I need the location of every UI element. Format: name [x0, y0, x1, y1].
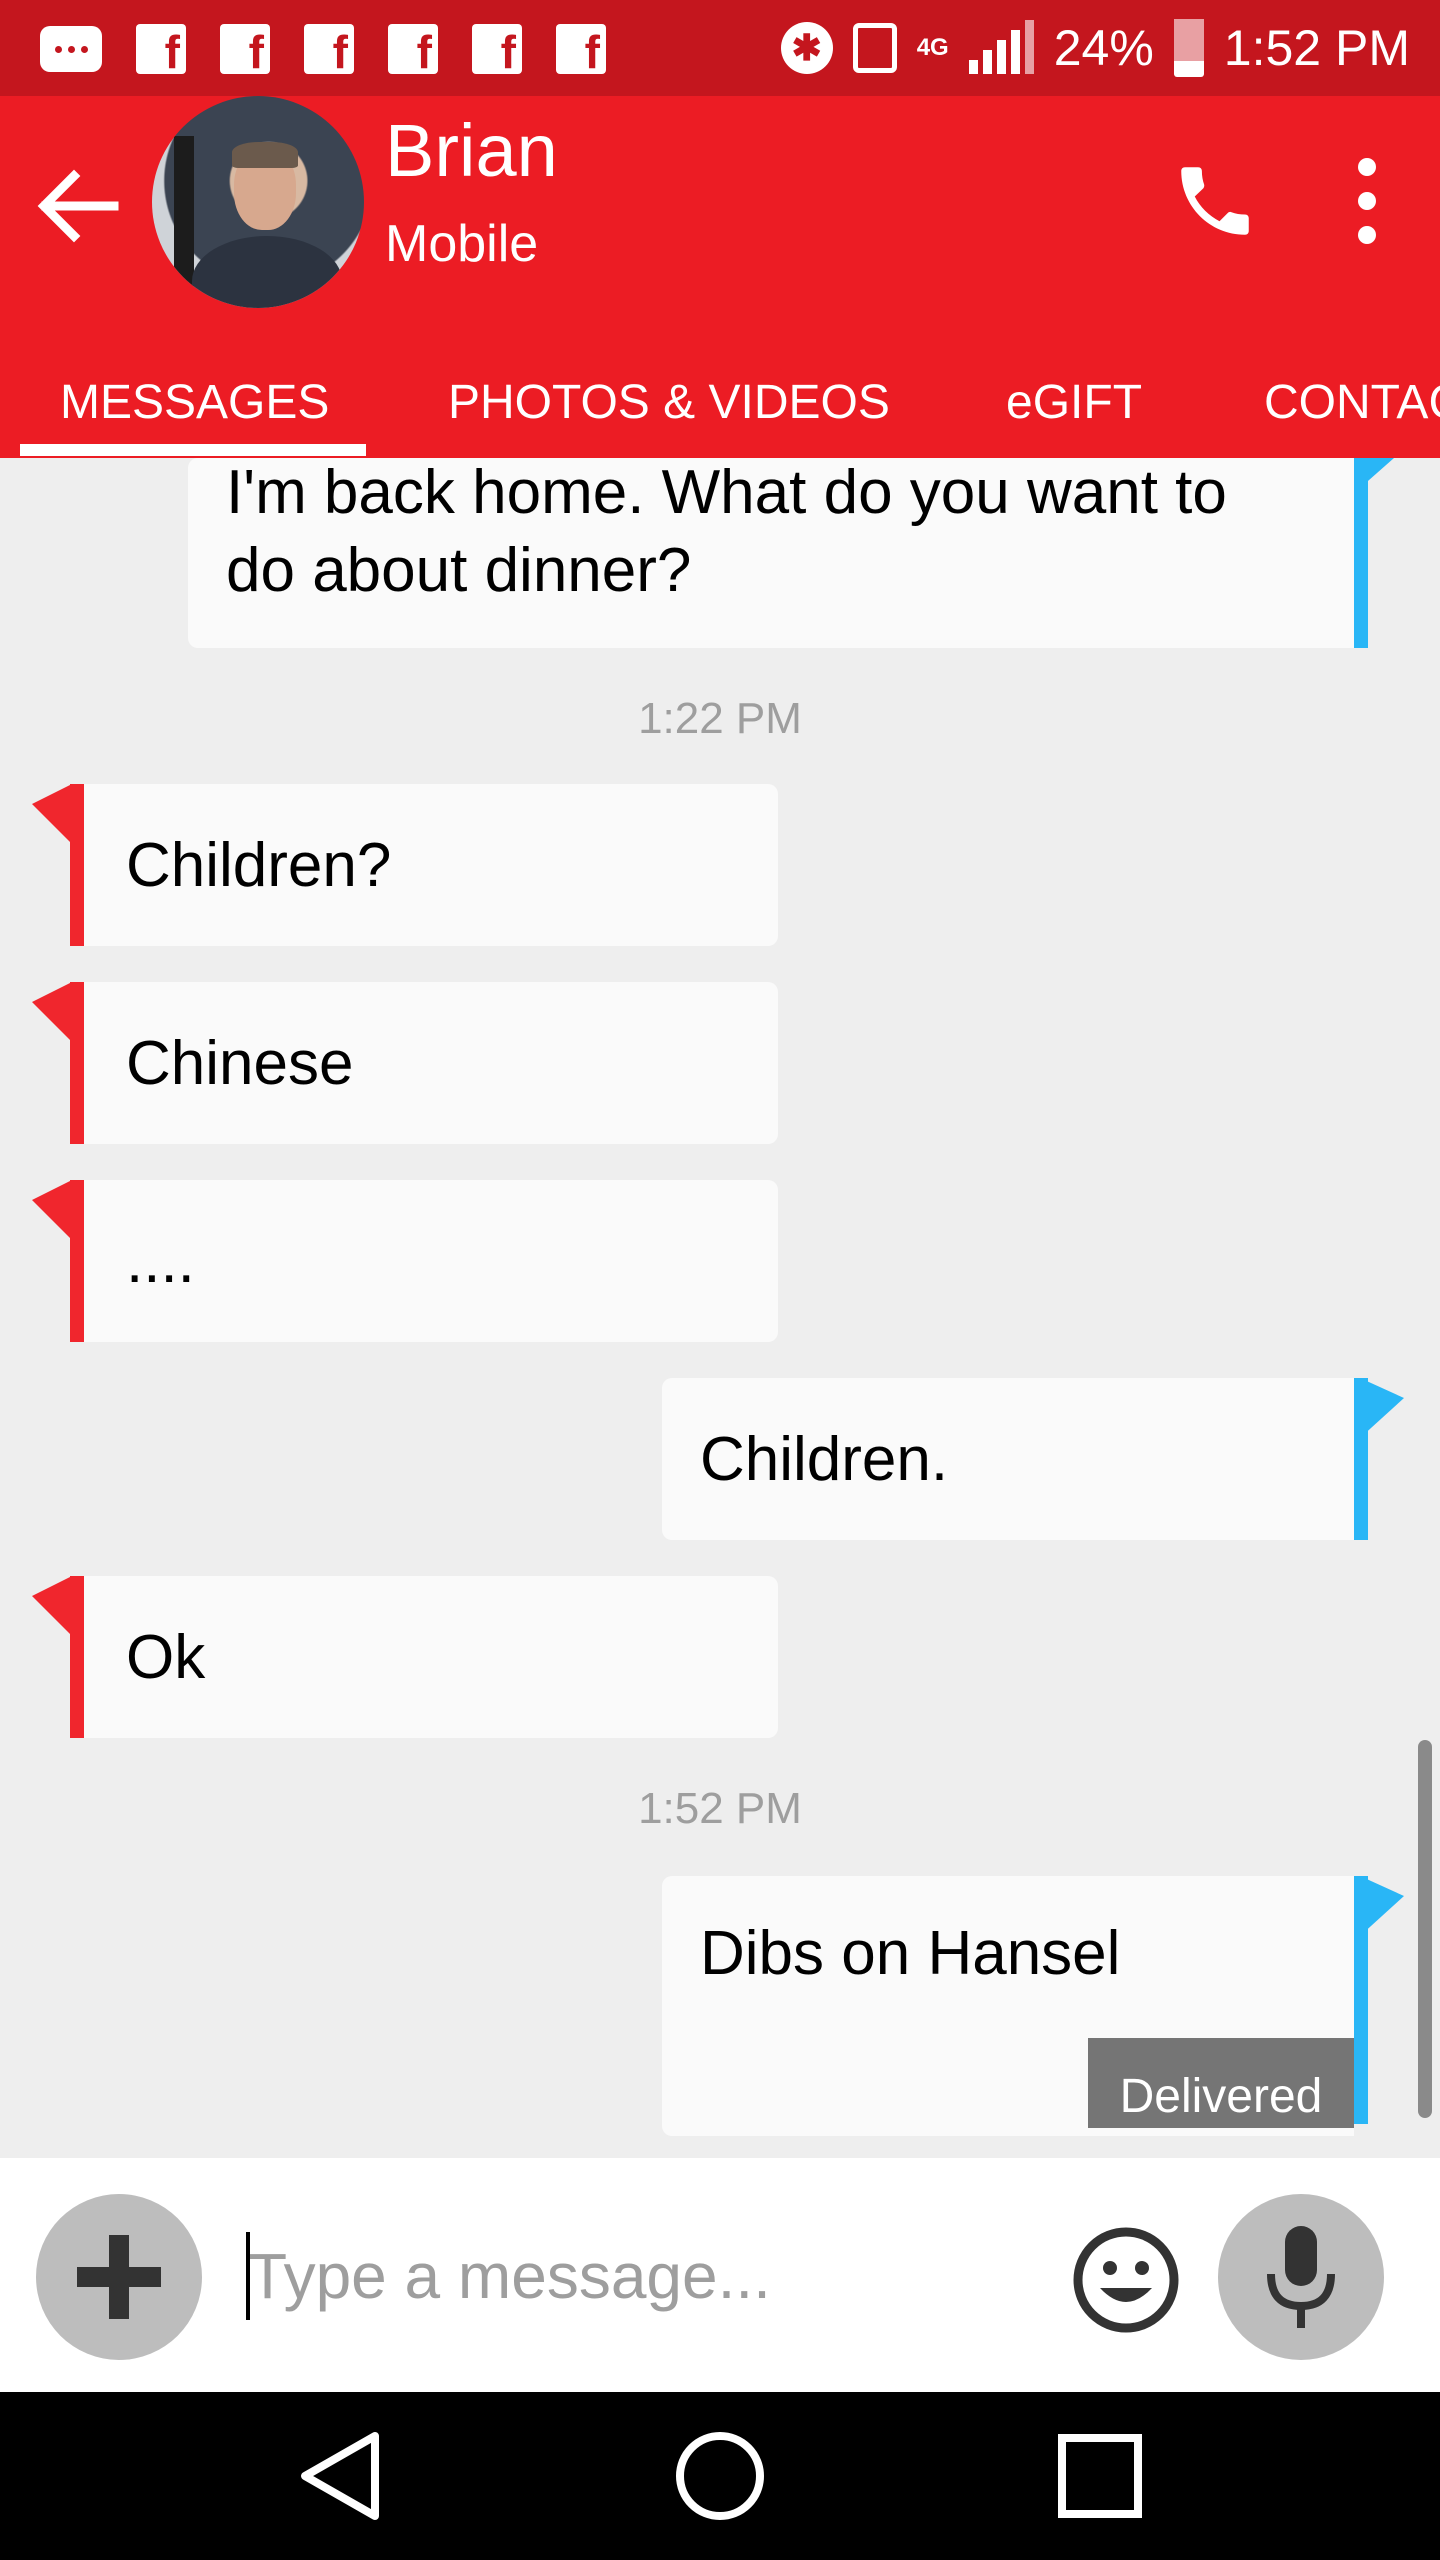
contact-avatar[interactable] — [152, 96, 364, 308]
conversation-header: Brian Mobile MESSAGES PHOTOS & VIDEOS eG… — [0, 96, 1440, 458]
message-timestamp: 1:22 PM — [638, 694, 802, 743]
outgoing-message-bubble[interactable]: Children. — [662, 1378, 1354, 1540]
message-text: Ok — [126, 1622, 206, 1692]
contact-name: Brian — [385, 109, 558, 192]
tab-messages[interactable]: MESSAGES — [60, 346, 329, 458]
tab-photos-videos[interactable]: PHOTOS & VIDEOS — [448, 346, 890, 458]
facebook-notification-icon: f — [556, 24, 606, 75]
incoming-tail-icon — [32, 982, 72, 1042]
vibrate-icon — [852, 23, 897, 73]
back-arrow-icon — [37, 169, 119, 243]
message-text: Children? — [126, 830, 392, 900]
home-circle-icon — [676, 2432, 764, 2520]
incoming-accent-bar — [70, 784, 84, 946]
nav-home-button[interactable] — [650, 2416, 790, 2536]
message-text-line: do about dinner? — [226, 536, 692, 605]
message-timestamp: 1:52 PM — [638, 1784, 802, 1833]
incoming-accent-bar — [70, 982, 84, 1144]
battery-icon — [1173, 19, 1204, 77]
signal-strength-icon — [968, 20, 1034, 74]
incoming-tail-icon — [32, 784, 72, 844]
recents-square-icon — [1058, 2434, 1142, 2518]
delivery-status-badge: Delivered — [1088, 2038, 1354, 2128]
attach-button[interactable] — [36, 2194, 202, 2360]
text-cursor — [246, 2232, 250, 2320]
message-text-line: I'm back home. What do you want to — [226, 458, 1227, 527]
message-list[interactable]: I'm back home. What do you want to do ab… — [0, 458, 1440, 2158]
outgoing-message-bubble[interactable]: I'm back home. What do you want to do ab… — [188, 458, 1354, 648]
facebook-notification-icon: f — [304, 24, 354, 75]
facebook-notification-icon: f — [220, 24, 270, 75]
network-type-label: 4G — [916, 34, 949, 61]
incoming-accent-bar — [70, 1180, 84, 1342]
outgoing-tail-icon — [1360, 1378, 1404, 1438]
more-options-button[interactable] — [1332, 146, 1402, 256]
message-text: Dibs on Hansel — [700, 1919, 1121, 1988]
call-button[interactable] — [1160, 146, 1270, 256]
tab-bar: MESSAGES PHOTOS & VIDEOS eGIFT CONTAC — [0, 346, 1440, 458]
plus-icon — [77, 2235, 161, 2319]
facebook-notification-icon: f — [472, 24, 522, 75]
status-time: 1:52 PM — [1223, 20, 1410, 76]
nav-back-button[interactable] — [270, 2416, 410, 2536]
message-notification-icon — [40, 26, 102, 72]
message-text: .... — [126, 1226, 195, 1296]
emoji-button[interactable] — [1070, 2224, 1182, 2336]
bluetooth-icon: ✱ — [780, 22, 833, 74]
notification-icons: f f f f f f — [40, 22, 606, 76]
outgoing-tail-icon — [1360, 1876, 1404, 1936]
phone-icon — [1181, 167, 1249, 235]
contact-number-type: Mobile — [385, 215, 539, 273]
message-composer — [0, 2158, 1440, 2392]
tab-egift[interactable]: eGIFT — [1006, 346, 1142, 458]
incoming-message-bubble[interactable]: .... — [70, 1180, 778, 1342]
message-text: Children. — [700, 1424, 949, 1494]
incoming-message-bubble[interactable]: Children? — [70, 784, 778, 946]
incoming-message-bubble[interactable]: Chinese — [70, 982, 778, 1144]
incoming-message-bubble[interactable]: Ok — [70, 1576, 778, 1738]
back-triangle-icon — [301, 2432, 379, 2520]
tab-contact[interactable]: CONTAC — [1264, 346, 1440, 458]
selected-tab-indicator — [20, 444, 366, 456]
smiley-icon — [1073, 2227, 1179, 2333]
status-bar: f f f f f f ✱ 4G 24% 1:52 PM — [0, 0, 1440, 96]
battery-percent: 24% — [1053, 20, 1154, 76]
message-input[interactable] — [246, 2220, 1050, 2332]
nav-recents-button[interactable] — [1030, 2416, 1170, 2536]
outgoing-tail-icon — [1360, 458, 1394, 488]
facebook-notification-icon: f — [136, 24, 186, 75]
incoming-accent-bar — [70, 1576, 84, 1738]
incoming-tail-icon — [32, 1576, 72, 1636]
microphone-icon — [1267, 2226, 1335, 2328]
facebook-notification-icon: f — [388, 24, 438, 75]
voice-input-button[interactable] — [1218, 2194, 1384, 2360]
incoming-tail-icon — [32, 1180, 72, 1240]
message-text: Chinese — [126, 1028, 354, 1098]
message-list-scrollbar[interactable] — [1418, 1740, 1432, 2118]
system-navigation-bar — [0, 2392, 1440, 2560]
back-button[interactable] — [28, 156, 128, 256]
